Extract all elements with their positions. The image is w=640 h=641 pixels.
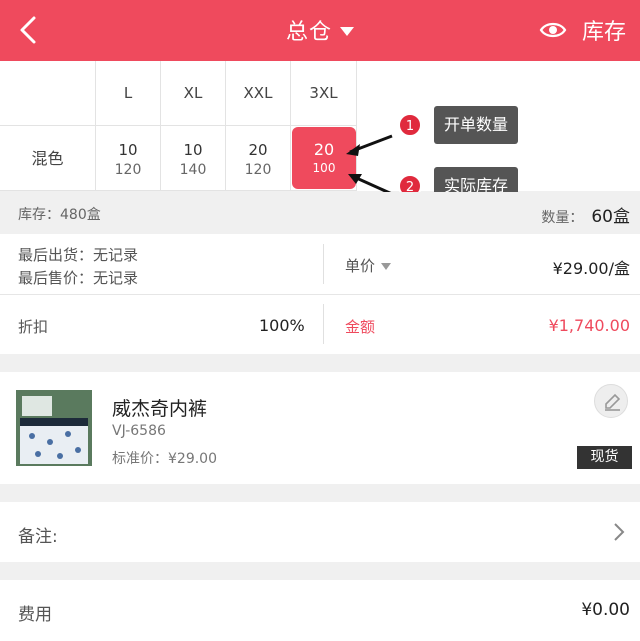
last-ship: 最后出货：无记录: [18, 246, 139, 264]
divider: [0, 294, 640, 295]
actual-stock: 120: [114, 162, 142, 178]
product-card[interactable]: 威杰奇内裤 VJ-6586 标准价：¥29.00 现货: [0, 372, 640, 484]
amount-label: 金额: [345, 318, 376, 336]
amount-value[interactable]: ¥1,740.00: [549, 316, 630, 335]
size-grid: L XL XXL 3XL 混色 10 120 10 140 20 120 20 …: [0, 61, 640, 191]
fee-value: ¥0.00: [581, 600, 630, 620]
quantity-summary: 数量： 60盒: [541, 202, 630, 227]
quantity-label: 数量：: [541, 210, 584, 226]
callout-order-qty: 开单数量: [434, 106, 519, 144]
product-name: 威杰奇内裤: [112, 398, 208, 420]
size-header-3xl: 3XL: [291, 61, 357, 126]
divider: [323, 244, 324, 284]
qty-cell-xl[interactable]: 10 140: [161, 126, 226, 191]
pricing-panel: 最后出货：无记录 最后售价：无记录 单价 ¥29.00/盒 折扣 100% 金额…: [0, 234, 640, 354]
edit-icon[interactable]: [594, 384, 628, 418]
unit-price-label: 单价: [345, 257, 376, 275]
unit-price-value[interactable]: ¥29.00/盒: [553, 255, 630, 279]
fee-label: 费用: [18, 605, 52, 625]
size-header-xl: XL: [161, 61, 226, 126]
eye-icon[interactable]: [539, 19, 567, 41]
qty-cell-xxl[interactable]: 20 120: [226, 126, 291, 191]
size-header-l: L: [96, 61, 161, 126]
product-code: VJ-6586: [112, 423, 166, 439]
caret-down-icon: [340, 26, 354, 36]
in-stock-badge: 现货: [577, 446, 632, 469]
discount-value[interactable]: 100%: [259, 316, 305, 335]
standard-price: 标准价：¥29.00: [112, 451, 217, 467]
top-bar: 总仓 库存: [0, 0, 640, 61]
chevron-right-icon: [612, 522, 626, 542]
divider: [323, 304, 324, 344]
size-header-xxl: XXL: [226, 61, 291, 126]
remark-label: 备注:: [18, 527, 58, 547]
last-sale: 最后售价：无记录: [18, 269, 139, 287]
order-qty: 20: [248, 141, 268, 159]
fee-row[interactable]: 费用 ¥0.00: [0, 580, 640, 641]
discount-label: 折扣: [18, 318, 49, 336]
callout-arrows: [346, 134, 393, 196]
actual-stock: 140: [179, 162, 207, 178]
order-qty: 10: [118, 141, 138, 159]
unit-price-selector[interactable]: 单价: [345, 255, 392, 276]
product-thumbnail: [16, 390, 92, 466]
stock-button[interactable]: 库存: [582, 14, 626, 46]
caret-down-icon: [381, 263, 392, 270]
stock-summary-bar: 库存：480盒 数量： 60盒: [0, 192, 640, 234]
grid-corner: [0, 61, 96, 126]
qty-cell-l[interactable]: 10 120: [96, 126, 161, 191]
actual-stock: 120: [244, 162, 272, 178]
warehouse-title: 总仓: [285, 20, 332, 45]
order-qty: 10: [183, 141, 203, 159]
color-label: 混色: [0, 126, 96, 191]
callout-badge-1: 1: [398, 113, 422, 137]
quantity-value: 60盒: [591, 207, 630, 227]
stock-total: 库存：480盒: [18, 207, 101, 223]
remark-row[interactable]: 备注:: [0, 502, 640, 562]
